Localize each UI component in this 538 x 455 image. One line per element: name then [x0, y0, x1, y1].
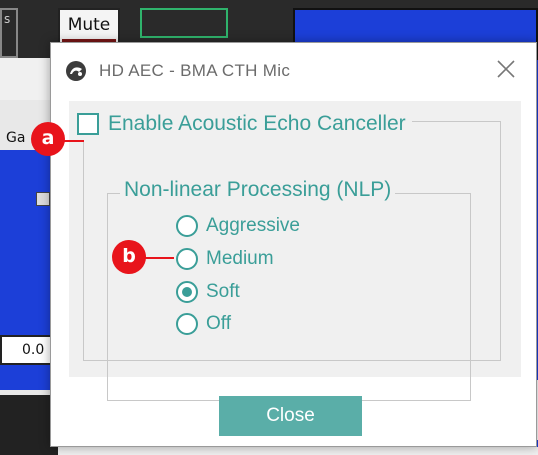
- background-green-control[interactable]: [140, 8, 228, 38]
- left-tab-text: s: [4, 12, 11, 26]
- background-left-tab: s: [0, 8, 18, 58]
- app-logo-icon: [66, 61, 86, 81]
- mute-label: Mute: [67, 15, 111, 35]
- dialog-body: Enable Acoustic Echo Canceller Non-linea…: [69, 101, 521, 401]
- radio-label-medium: Medium: [206, 248, 274, 269]
- nlp-group-title: Non-linear Processing (NLP): [120, 178, 396, 202]
- annotation-badge-b: b: [112, 240, 146, 274]
- close-button[interactable]: Close: [219, 396, 362, 436]
- radio-button-aggressive[interactable]: [176, 215, 198, 237]
- dialog-title-bar[interactable]: HD AEC - BMA CTH Mic: [51, 43, 536, 95]
- radio-button-medium[interactable]: [176, 248, 198, 270]
- radio-label-aggressive: Aggressive: [206, 215, 300, 236]
- radio-button-soft[interactable]: [176, 281, 198, 303]
- radio-off[interactable]: Off: [176, 313, 231, 335]
- close-icon[interactable]: [494, 57, 518, 81]
- aec-checkbox[interactable]: [77, 113, 99, 135]
- radio-label-soft: Soft: [206, 281, 240, 302]
- mute-button[interactable]: Mute: [58, 8, 120, 44]
- aec-checkbox-label: Enable Acoustic Echo Canceller: [108, 112, 406, 135]
- dialog-title: HD AEC - BMA CTH Mic: [99, 61, 291, 80]
- radio-aggressive[interactable]: Aggressive: [176, 215, 300, 237]
- gain-slider-knob[interactable]: [36, 192, 50, 206]
- annotation-badge-a: a: [31, 122, 65, 156]
- radio-medium[interactable]: Medium: [176, 248, 274, 270]
- radio-label-off: Off: [206, 313, 231, 334]
- gain-label: Ga: [6, 130, 26, 146]
- aec-checkbox-row[interactable]: Enable Acoustic Echo Canceller: [77, 107, 412, 141]
- annotation-a-leader: [64, 140, 84, 142]
- radio-soft[interactable]: Soft: [176, 281, 240, 303]
- nlp-group: Non-linear Processing (NLP) Aggressive M…: [107, 178, 471, 401]
- radio-button-off[interactable]: [176, 313, 198, 335]
